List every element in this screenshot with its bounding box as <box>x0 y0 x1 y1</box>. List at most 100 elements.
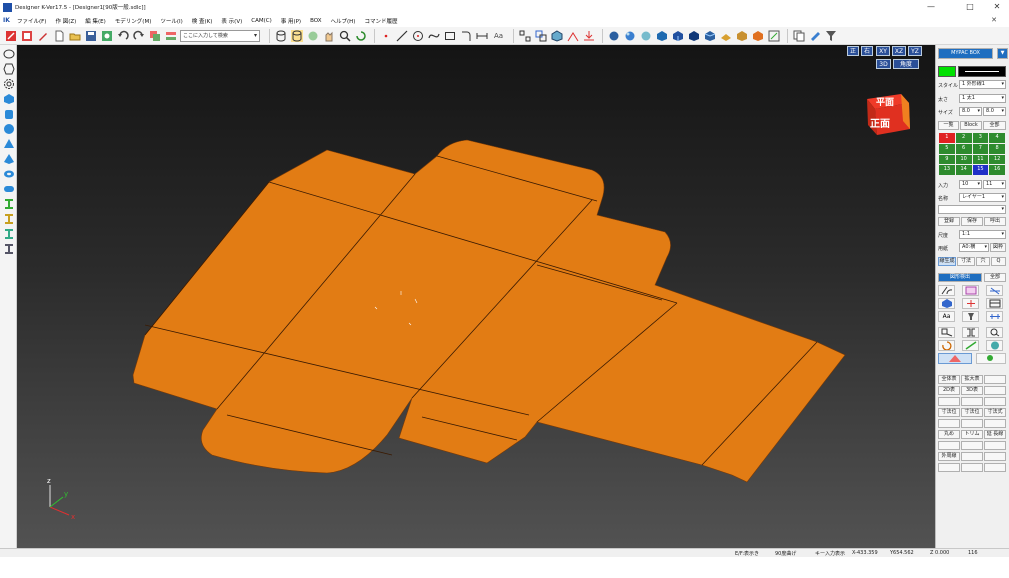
link-icon[interactable] <box>808 29 821 42</box>
solid-shade-icon[interactable] <box>623 29 636 42</box>
menu-box[interactable]: BOX <box>310 18 321 24</box>
menu-special[interactable]: 事 用(P) <box>281 17 301 25</box>
blank-select[interactable] <box>938 205 1006 214</box>
menu-edit[interactable]: 編 集(E) <box>85 17 106 25</box>
render-icon[interactable] <box>751 29 764 42</box>
layer-cell[interactable]: 5 <box>939 143 955 154</box>
box-top-icon[interactable] <box>687 29 700 42</box>
layer-cell[interactable]: 6 <box>955 143 972 154</box>
cylinder-icon[interactable] <box>274 29 287 42</box>
menu-modeling[interactable]: モデリング(M) <box>115 17 152 25</box>
mypac-box-header[interactable]: MYPAC BOX <box>938 48 993 59</box>
layer-cell[interactable]: 14 <box>955 165 972 175</box>
minimize-button[interactable]: — <box>919 0 943 14</box>
shape-detect-button[interactable]: 図形検出 <box>938 273 982 282</box>
menu-inspect[interactable]: 検 査(K) <box>192 17 213 25</box>
tube-solid-icon[interactable] <box>2 182 15 195</box>
save-layer-button[interactable]: 保存 <box>961 217 983 226</box>
weight-tool-icon[interactable] <box>962 311 979 322</box>
empty-function-button[interactable] <box>961 441 983 450</box>
gear-tool-icon[interactable] <box>2 77 15 90</box>
outer-line-button[interactable]: 外周線 <box>938 452 960 461</box>
pencil-icon[interactable] <box>36 29 49 42</box>
tab-dimension[interactable]: 寸法 <box>957 257 975 266</box>
revolve-icon[interactable] <box>2 212 15 225</box>
view-right-button[interactable]: 右 <box>861 46 873 56</box>
round-button[interactable]: 丸め <box>938 430 960 439</box>
sphere-solid-icon[interactable] <box>2 122 15 135</box>
input-select[interactable]: 10 <box>959 180 982 189</box>
layer-cell[interactable]: 11 <box>972 154 989 165</box>
redo-icon[interactable] <box>132 29 145 42</box>
frame-tool-icon[interactable] <box>962 285 979 296</box>
layer-cell[interactable]: 16 <box>989 165 1005 175</box>
open-folder-icon[interactable] <box>68 29 81 42</box>
fold-icon[interactable] <box>735 29 748 42</box>
cross-tool-icon[interactable] <box>962 298 979 309</box>
empty-function-button[interactable] <box>984 375 1006 384</box>
pyramid-solid-icon[interactable] <box>2 152 15 165</box>
empty-function-button[interactable] <box>961 397 983 406</box>
menu-draw[interactable]: 作 図(Z) <box>55 17 76 25</box>
all-button[interactable]: 全部 <box>984 273 1006 282</box>
size-select[interactable]: 8.0 <box>959 107 982 116</box>
document-close-button[interactable]: ✕ <box>991 16 997 24</box>
box-view-icon[interactable] <box>655 29 668 42</box>
dimension-icon[interactable] <box>475 29 488 42</box>
solid-view-icon[interactable] <box>607 29 620 42</box>
register-button[interactable]: 登録 <box>938 217 960 226</box>
fillet-icon[interactable] <box>459 29 472 42</box>
copy-icon[interactable] <box>792 29 805 42</box>
circle-icon[interactable] <box>411 29 424 42</box>
cube-tool-icon[interactable] <box>550 29 563 42</box>
layer-cell[interactable]: 1 <box>939 133 955 143</box>
close-button[interactable]: ✕ <box>985 0 1009 14</box>
view-cube[interactable]: 平面 正面 <box>867 94 910 135</box>
sphere-tool-icon[interactable] <box>986 340 1003 351</box>
transform-tool-icon[interactable] <box>938 327 955 338</box>
cone-solid-icon[interactable] <box>2 137 15 150</box>
layer-cell[interactable]: 2 <box>955 133 972 143</box>
empty-function-button[interactable] <box>961 452 983 461</box>
empty-function-button[interactable] <box>984 397 1006 406</box>
cylinder-solid-icon[interactable] <box>2 107 15 120</box>
view-yz-button[interactable]: YZ <box>908 46 922 56</box>
box-side-icon[interactable] <box>703 29 716 42</box>
rotate-view-icon[interactable] <box>354 29 367 42</box>
menu-command-history[interactable]: コマンド履歴 <box>364 17 397 25</box>
menu-help[interactable]: ヘルプ(H) <box>331 17 356 25</box>
text-tool[interactable]: Aa <box>938 311 955 322</box>
empty-function-button[interactable] <box>984 463 1006 472</box>
extrude-icon[interactable] <box>2 197 15 210</box>
layer-icon[interactable] <box>164 29 177 42</box>
box-solid-icon[interactable] <box>2 92 15 105</box>
view-3d-panel-button[interactable]: 3D表 <box>961 386 983 395</box>
ellipse-tool-icon[interactable] <box>2 47 15 60</box>
scale-select[interactable]: 1:1 <box>959 230 1006 239</box>
empty-function-button[interactable] <box>938 441 960 450</box>
empty-function-button[interactable] <box>938 419 960 428</box>
text-icon[interactable]: Aa <box>491 29 506 42</box>
panel-menu-button[interactable]: ▼ <box>997 48 1008 59</box>
recall-button[interactable]: 呼出 <box>984 217 1006 226</box>
loft-icon[interactable] <box>2 242 15 255</box>
dimension-arrow-tool-icon[interactable] <box>986 311 1003 322</box>
settings-icon[interactable] <box>100 29 113 42</box>
empty-function-button[interactable] <box>961 463 983 472</box>
line-arc-tool-icon[interactable] <box>938 285 955 296</box>
view-angle-button[interactable]: 角度 <box>893 59 919 69</box>
undo-icon[interactable] <box>116 29 129 42</box>
layer-tab-list[interactable]: 一覧 <box>938 121 959 130</box>
hexagon-tool-icon[interactable] <box>2 62 15 75</box>
empty-function-button[interactable] <box>961 419 983 428</box>
empty-function-button[interactable] <box>938 397 960 406</box>
search-tool-icon[interactable] <box>976 353 1006 364</box>
cylinder-select-icon[interactable] <box>290 29 303 42</box>
export-icon[interactable] <box>582 29 595 42</box>
cube-color-tool-icon[interactable] <box>938 298 955 309</box>
line-icon[interactable] <box>395 29 408 42</box>
trim-button[interactable]: トリム <box>961 430 983 439</box>
flat-view-icon[interactable] <box>719 29 732 42</box>
layer-cell[interactable]: 7 <box>972 143 989 154</box>
view-3d-button[interactable]: 3D <box>876 59 891 69</box>
